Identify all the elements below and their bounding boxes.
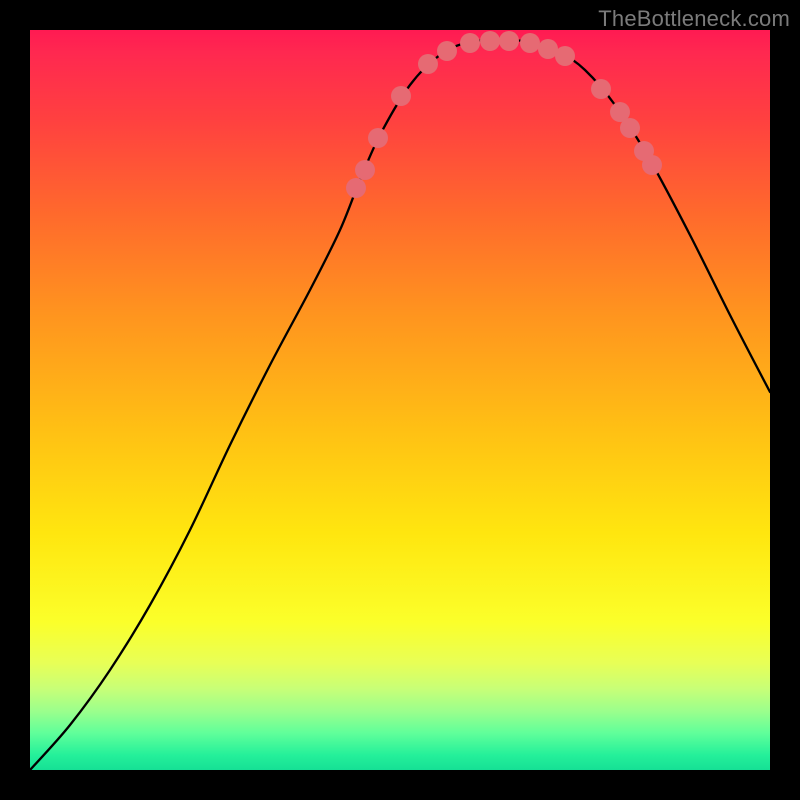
- marker-dot: [642, 155, 662, 175]
- curve-svg: [30, 30, 770, 770]
- marker-dot: [591, 79, 611, 99]
- marker-dot: [346, 178, 366, 198]
- watermark-text: TheBottleneck.com: [598, 6, 790, 32]
- marker-dot: [520, 33, 540, 53]
- marker-dot: [368, 128, 388, 148]
- marker-dot: [391, 86, 411, 106]
- plot-area: [30, 30, 770, 770]
- marker-group: [346, 31, 662, 198]
- chart-frame: TheBottleneck.com: [0, 0, 800, 800]
- bottleneck-curve-line: [30, 40, 770, 770]
- marker-dot: [620, 118, 640, 138]
- marker-dot: [499, 31, 519, 51]
- marker-dot: [460, 33, 480, 53]
- marker-dot: [555, 46, 575, 66]
- marker-dot: [355, 160, 375, 180]
- marker-dot: [418, 54, 438, 74]
- marker-dot: [480, 31, 500, 51]
- marker-dot: [437, 41, 457, 61]
